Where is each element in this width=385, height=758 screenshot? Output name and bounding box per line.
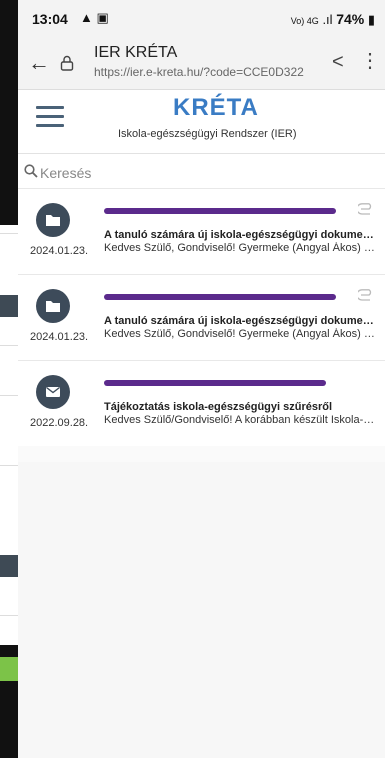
signal-icon: .ıl <box>322 12 333 27</box>
redacted-sender <box>104 380 326 386</box>
battery-icon: ▮ <box>367 12 375 27</box>
message-preview: Kedves Szülő/Gondviselő! A korábban kész… <box>104 414 376 426</box>
background-page-sliver <box>0 225 18 681</box>
battery-level: 74% <box>336 11 365 27</box>
redacted-sender <box>104 208 336 214</box>
search-input[interactable] <box>40 162 370 184</box>
app-header: KRÉTA Iskola-egészségügyi Rendszer (IER) <box>18 90 385 154</box>
message-list: 2024.01.23. A tanuló számára új iskola-e… <box>18 188 385 462</box>
message-preview: Kedves Szülő, Gondviselő! Gyermeke (Angy… <box>104 242 376 254</box>
attachment-icon <box>358 289 372 301</box>
more-options-icon[interactable]: ⋮ <box>360 48 380 73</box>
search-icon <box>24 164 38 178</box>
browser-url[interactable]: https://ier.e-kreta.hu/?code=CCE0D322 <box>94 65 324 79</box>
message-item[interactable]: 2024.01.23. A tanuló számára új iskola-e… <box>18 188 385 274</box>
app-page: KRÉTA Iskola-egészségügyi Rendszer (IER)… <box>18 90 385 758</box>
menu-icon[interactable] <box>36 106 64 128</box>
status-time: 13:04 <box>32 11 68 27</box>
folder-icon <box>46 301 60 312</box>
browser-toolbar: ← IER KRÉTA https://ier.e-kreta.hu/?code… <box>18 38 385 90</box>
mail-icon <box>46 386 60 397</box>
empty-content-area <box>18 462 385 758</box>
message-date: 2022.09.28. <box>30 417 89 429</box>
status-bar: 13:04 ▲ ▣ Vo) 4G .ıl 74% ▮ <box>18 0 385 38</box>
message-subject: A tanuló számára új iskola-egészségügyi … <box>104 229 376 241</box>
mail-avatar <box>36 375 70 409</box>
message-item[interactable]: 2022.09.28. Tájékoztatás iskola-egészség… <box>18 360 385 446</box>
status-right: Vo) 4G .ıl 74% ▮ <box>291 11 375 28</box>
folder-avatar <box>36 203 70 237</box>
search-bar[interactable] <box>18 160 385 188</box>
message-subject: A tanuló számára új iskola-egészségügyi … <box>104 315 376 327</box>
folder-avatar <box>36 289 70 323</box>
back-arrow-icon[interactable]: ← <box>28 50 50 76</box>
notification-icons: ▲ ▣ <box>80 10 109 25</box>
message-preview: Kedves Szülő, Gondviselő! Gyermeke (Angy… <box>104 328 376 340</box>
message-date: 2024.01.23. <box>30 331 89 343</box>
share-icon[interactable]: < <box>332 51 344 74</box>
message-item[interactable]: 2024.01.23. A tanuló számára új iskola-e… <box>18 274 385 360</box>
message-date: 2024.01.23. <box>30 245 89 257</box>
app-logo: KRÉTA <box>173 94 259 121</box>
app-subtitle: Iskola-egészségügyi Rendszer (IER) <box>118 128 297 140</box>
lock-icon[interactable] <box>60 55 74 71</box>
phone-frame: 13:04 ▲ ▣ Vo) 4G .ıl 74% ▮ ← IER KRÉTA h… <box>0 0 385 758</box>
redacted-sender <box>104 294 336 300</box>
message-subject: Tájékoztatás iskola-egészségügyi szűrésr… <box>104 401 333 413</box>
browser-page-title[interactable]: IER KRÉTA <box>94 44 177 62</box>
folder-icon <box>46 215 60 226</box>
attachment-icon <box>358 203 372 215</box>
network-indicator: Vo) 4G <box>290 16 319 26</box>
